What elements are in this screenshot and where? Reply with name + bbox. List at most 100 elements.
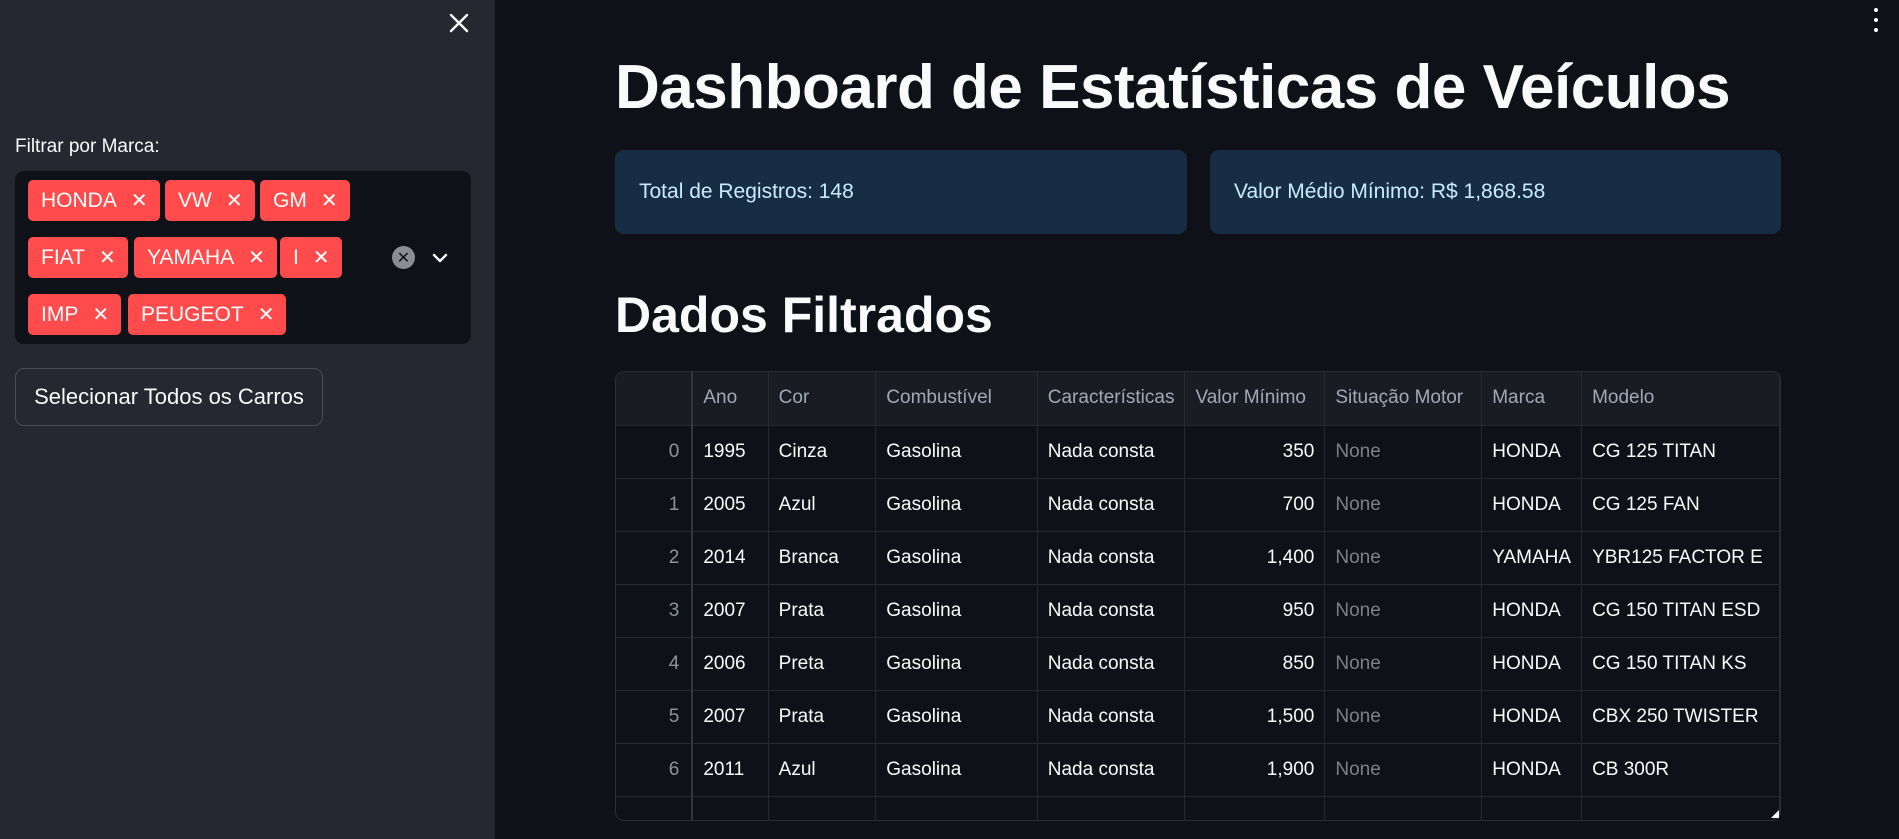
column-header-modelo[interactable]: Modelo xyxy=(1581,372,1780,426)
table-cell[interactable]: 6 xyxy=(616,743,694,797)
table-cell[interactable]: Nada consta xyxy=(1037,478,1186,532)
remove-chip-icon[interactable]: ✕ xyxy=(99,248,116,268)
table-cell[interactable] xyxy=(692,796,769,820)
column-header-caracteristicas[interactable]: Características xyxy=(1037,372,1186,426)
table-cell[interactable]: 3 xyxy=(616,584,694,638)
table-cell[interactable]: Gasolina xyxy=(875,584,1038,638)
table-cell[interactable]: 700 xyxy=(1184,478,1326,532)
table-cell[interactable]: Nada consta xyxy=(1037,531,1186,585)
remove-chip-icon[interactable]: ✕ xyxy=(258,305,275,325)
close-icon[interactable] xyxy=(444,8,474,38)
table-cell[interactable]: 2011 xyxy=(692,743,769,797)
table-cell[interactable]: 1,900 xyxy=(1184,743,1326,797)
table-row[interactable]: 1 2005 Azul Gasolina Nada consta 700 None HONDA… xyxy=(616,478,1780,532)
table-cell[interactable]: Nada consta xyxy=(1037,584,1186,638)
table-cell[interactable]: YBR125 FACTOR E xyxy=(1581,531,1780,585)
table-cell[interactable]: 0 xyxy=(616,425,694,479)
table-row[interactable] xyxy=(616,796,1780,820)
table-cell[interactable]: Branca xyxy=(768,531,877,585)
column-header-marca[interactable]: Marca xyxy=(1481,372,1583,426)
table-cell[interactable] xyxy=(1581,796,1780,820)
table-cell[interactable]: Gasolina xyxy=(875,637,1038,691)
table-cell[interactable]: Gasolina xyxy=(875,425,1038,479)
table-cell[interactable]: HONDA xyxy=(1481,743,1583,797)
table-row[interactable]: 4 2006 Preta Gasolina Nada consta 850 None HOND… xyxy=(616,637,1780,691)
table-cell[interactable] xyxy=(1037,796,1186,820)
table-row[interactable]: 3 2007 Prata Gasolina Nada consta 950 None HOND… xyxy=(616,584,1780,638)
table-cell[interactable]: 2007 xyxy=(692,690,769,744)
table-cell[interactable]: None xyxy=(1324,584,1483,638)
table-cell[interactable]: None xyxy=(1324,637,1483,691)
table-cell[interactable]: Prata xyxy=(768,584,877,638)
table-cell[interactable]: Gasolina xyxy=(875,743,1038,797)
table-cell[interactable]: 1 xyxy=(616,478,694,532)
table-cell[interactable]: 1,500 xyxy=(1184,690,1326,744)
table-cell[interactable]: None xyxy=(1324,743,1483,797)
table-cell[interactable]: 2006 xyxy=(692,637,769,691)
table-cell[interactable]: Nada consta xyxy=(1037,637,1186,691)
table-cell[interactable]: Prata xyxy=(768,690,877,744)
table-cell[interactable]: HONDA xyxy=(1481,478,1583,532)
table-cell[interactable]: HONDA xyxy=(1481,637,1583,691)
table-row[interactable]: 6 2011 Azul Gasolina Nada consta 1,900 None HON… xyxy=(616,743,1780,797)
table-cell[interactable] xyxy=(1481,796,1583,820)
chevron-down-icon[interactable] xyxy=(429,247,451,269)
column-header-situacao-motor[interactable]: Situação Motor xyxy=(1324,372,1483,426)
table-cell[interactable]: Azul xyxy=(768,743,877,797)
table-cell[interactable]: CG 150 TITAN ESD xyxy=(1581,584,1780,638)
remove-chip-icon[interactable]: ✕ xyxy=(313,248,330,268)
column-header-cor[interactable]: Cor xyxy=(768,372,877,426)
kebab-menu-icon[interactable] xyxy=(1870,8,1882,32)
table-cell[interactable]: CG 125 TITAN xyxy=(1581,425,1780,479)
table-cell[interactable]: CG 150 TITAN KS xyxy=(1581,637,1780,691)
table-cell[interactable]: 5 xyxy=(616,690,694,744)
table-cell[interactable]: Gasolina xyxy=(875,478,1038,532)
table-cell[interactable]: None xyxy=(1324,531,1483,585)
table-cell[interactable]: CBX 250 TWISTER xyxy=(1581,690,1780,744)
table-cell[interactable]: 2007 xyxy=(692,584,769,638)
table-cell[interactable]: Nada consta xyxy=(1037,690,1186,744)
remove-chip-icon[interactable]: ✕ xyxy=(92,305,109,325)
table-cell[interactable] xyxy=(1184,796,1326,820)
table-cell[interactable]: 850 xyxy=(1184,637,1326,691)
table-cell[interactable]: Gasolina xyxy=(875,531,1038,585)
table-cell[interactable]: Nada consta xyxy=(1037,743,1186,797)
brand-multiselect[interactable]: HONDA ✕ VW ✕ GM ✕ FIAT ✕ YAMAHA ✕ I ✕ IMP ✕ PEU… xyxy=(15,171,471,344)
table-cell[interactable]: 2005 xyxy=(692,478,769,532)
table-cell[interactable]: 2 xyxy=(616,531,694,585)
table-cell[interactable]: CB 300R xyxy=(1581,743,1780,797)
table-cell[interactable]: None xyxy=(1324,425,1483,479)
remove-chip-icon[interactable]: ✕ xyxy=(131,191,148,211)
table-cell[interactable]: Nada consta xyxy=(1037,425,1186,479)
table-cell[interactable]: 1,400 xyxy=(1184,531,1326,585)
table-row[interactable]: 5 2007 Prata Gasolina Nada consta 1,500 None HO… xyxy=(616,690,1780,744)
data-table[interactable]: Ano Cor Combustível Características Valo… xyxy=(615,371,1781,821)
table-cell[interactable]: YAMAHA xyxy=(1481,531,1583,585)
table-cell[interactable]: 4 xyxy=(616,637,694,691)
table-cell[interactable]: 1995 xyxy=(692,425,769,479)
table-cell[interactable] xyxy=(616,796,694,820)
table-cell[interactable]: CG 125 FAN xyxy=(1581,478,1780,532)
remove-chip-icon[interactable]: ✕ xyxy=(248,248,265,268)
column-header-index[interactable] xyxy=(616,372,694,426)
remove-chip-icon[interactable]: ✕ xyxy=(321,191,338,211)
table-row[interactable]: 2 2014 Branca Gasolina Nada consta 1,400 None Y… xyxy=(616,531,1780,585)
table-cell[interactable] xyxy=(1324,796,1483,820)
remove-chip-icon[interactable]: ✕ xyxy=(226,191,243,211)
table-cell[interactable]: HONDA xyxy=(1481,584,1583,638)
table-cell[interactable] xyxy=(768,796,877,820)
column-header-ano[interactable]: Ano xyxy=(692,372,769,426)
column-header-combustivel[interactable]: Combustível xyxy=(875,372,1038,426)
table-cell[interactable]: HONDA xyxy=(1481,690,1583,744)
table-cell[interactable]: 2014 xyxy=(692,531,769,585)
clear-all-icon[interactable]: ✕ xyxy=(392,246,415,269)
select-all-button[interactable]: Selecionar Todos os Carros xyxy=(15,368,323,426)
table-cell[interactable] xyxy=(875,796,1038,820)
table-cell[interactable]: Gasolina xyxy=(875,690,1038,744)
table-cell[interactable]: None xyxy=(1324,478,1483,532)
table-cell[interactable]: Preta xyxy=(768,637,877,691)
table-cell[interactable]: HONDA xyxy=(1481,425,1583,479)
column-header-valor-minimo[interactable]: Valor Mínimo xyxy=(1184,372,1326,426)
table-cell[interactable]: 350 xyxy=(1184,425,1326,479)
table-cell[interactable]: Azul xyxy=(768,478,877,532)
